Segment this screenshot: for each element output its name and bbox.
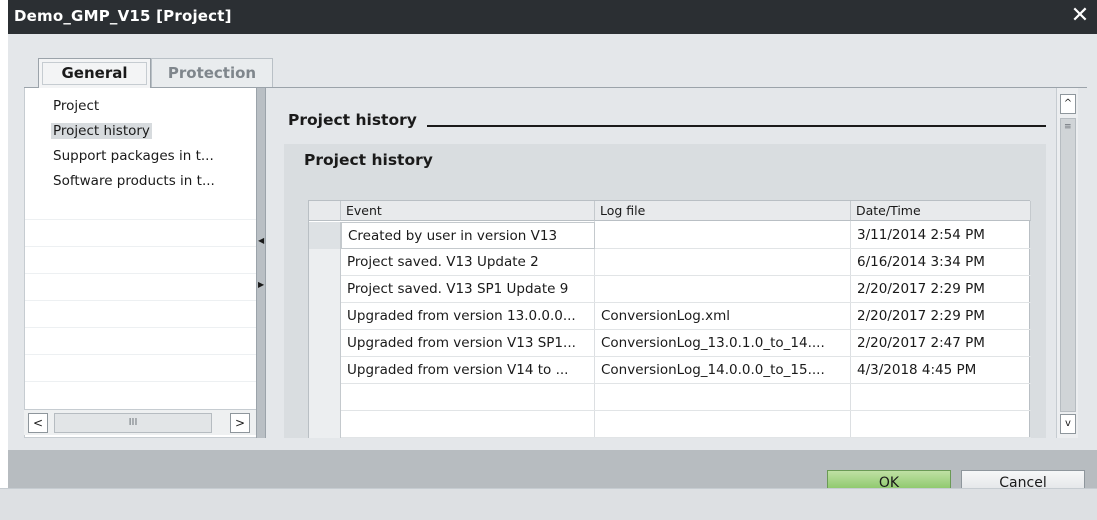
row-header[interactable] [309,384,341,411]
row-header[interactable] [309,276,341,303]
table-row[interactable]: Upgraded from version V13 SP1... Convers… [309,330,1031,357]
cell-log-file[interactable] [595,411,851,438]
cell-log-file[interactable] [595,384,851,411]
scroll-left-icon[interactable]: < [28,413,48,433]
close-icon[interactable]: ✕ [1067,3,1093,29]
cell-date-time[interactable]: 4/3/2018 4:45 PM [851,357,1031,384]
panel-title: Project history [304,151,433,169]
table-row[interactable]: Project saved. V13 Update 2 6/16/2014 3:… [309,249,1031,276]
cell-event[interactable]: Project saved. V13 SP1 Update 9 [341,276,595,303]
cell-event[interactable] [341,384,595,411]
cell-log-file[interactable]: ConversionLog_13.0.1.0_to_14.... [595,330,851,357]
title-bar[interactable]: Demo_GMP_V15 [Project] ✕ [8,0,1097,34]
scroll-up-icon[interactable]: ^ [1060,94,1076,114]
project-history-panel: Project history Event Log file Date/Time… [284,144,1046,438]
collapse-left-icon[interactable]: ◀ [258,236,264,246]
cell-date-time[interactable]: 6/16/2014 3:34 PM [851,249,1031,276]
content-vertical-scrollbar[interactable]: ^ ≡ v [1056,88,1078,438]
tab-general[interactable]: General [38,58,151,88]
row-header-corner [309,201,341,221]
nav-item-software-products[interactable]: Software products in t... [53,173,215,189]
table-row[interactable]: Created by user in version V13 3/11/2014… [309,222,1031,249]
panel-splitter[interactable]: ◀ ▶ [256,88,266,438]
column-header-log-file[interactable]: Log file [595,201,851,221]
cell-event[interactable]: Upgraded from version 13.0.0.0... [341,303,595,330]
divider [25,381,257,382]
table-row[interactable]: Upgraded from version V14 to ... Convers… [309,357,1031,384]
window-title: Demo_GMP_V15 [Project] [14,7,232,25]
navigation-tree: Project Project history Support packages… [24,88,257,438]
cell-event[interactable] [341,411,595,438]
content-area: Project history Project history Event Lo… [266,88,1056,438]
table-row[interactable]: Project saved. V13 SP1 Update 9 2/20/201… [309,276,1031,303]
cell-log-file[interactable]: ConversionLog_14.0.0.0_to_15.... [595,357,851,384]
row-header[interactable] [309,303,341,330]
cell-date-time[interactable]: 2/20/2017 2:47 PM [851,330,1031,357]
nav-item-support-packages[interactable]: Support packages in t... [53,148,214,164]
row-header[interactable] [309,411,341,438]
column-header-event[interactable]: Event [341,201,595,221]
column-header-date-time[interactable]: Date/Time [851,201,1031,221]
cell-event[interactable]: Upgraded from version V14 to ... [341,357,595,384]
tab-protection[interactable]: Protection [151,58,273,88]
section-title: Project history [288,111,427,129]
scroll-down-icon[interactable]: v [1060,414,1076,434]
cell-date-time[interactable]: 2/20/2017 2:29 PM [851,303,1031,330]
nav-item-project[interactable]: Project [53,98,99,114]
nav-horizontal-scrollbar[interactable]: < III > [24,409,256,435]
scroll-thumb[interactable]: III [54,413,212,433]
cell-date-time[interactable] [851,411,1031,438]
cell-log-file[interactable] [595,276,851,303]
cell-event[interactable]: Upgraded from version V13 SP1... [341,330,595,357]
section-rule [416,125,1046,127]
cell-date-time[interactable] [851,384,1031,411]
grip-icon: ≡ [1064,122,1072,132]
divider [25,273,257,274]
table-row[interactable]: Upgraded from version 13.0.0.0... Conver… [309,303,1031,330]
divider [25,219,257,220]
left-margin [0,0,8,520]
divider [25,300,257,301]
table-row[interactable] [309,384,1031,411]
cell-event[interactable]: Created by user in version V13 [341,222,595,249]
scroll-thumb[interactable]: ≡ [1060,118,1076,412]
cell-date-time[interactable]: 3/11/2014 2:54 PM [851,222,1031,249]
cell-log-file[interactable] [595,222,851,249]
table-row[interactable] [309,411,1031,438]
project-history-table: Event Log file Date/Time Created by user… [308,200,1031,438]
cell-log-file[interactable] [595,249,851,276]
cell-event[interactable]: Project saved. V13 Update 2 [341,249,595,276]
divider [25,354,257,355]
row-header[interactable] [309,330,341,357]
row-header[interactable] [309,222,341,249]
row-header[interactable] [309,357,341,384]
bottom-strip [0,488,1097,520]
divider [25,246,257,247]
divider [25,327,257,328]
cell-log-file[interactable]: ConversionLog.xml [595,303,851,330]
nav-item-project-history[interactable]: Project history [51,123,152,139]
scroll-right-icon[interactable]: > [230,413,250,433]
project-properties-dialog: Demo_GMP_V15 [Project] ✕ General Protect… [0,0,1097,520]
row-header[interactable] [309,249,341,276]
cell-date-time[interactable]: 2/20/2017 2:29 PM [851,276,1031,303]
expand-right-icon[interactable]: ▶ [258,280,264,290]
